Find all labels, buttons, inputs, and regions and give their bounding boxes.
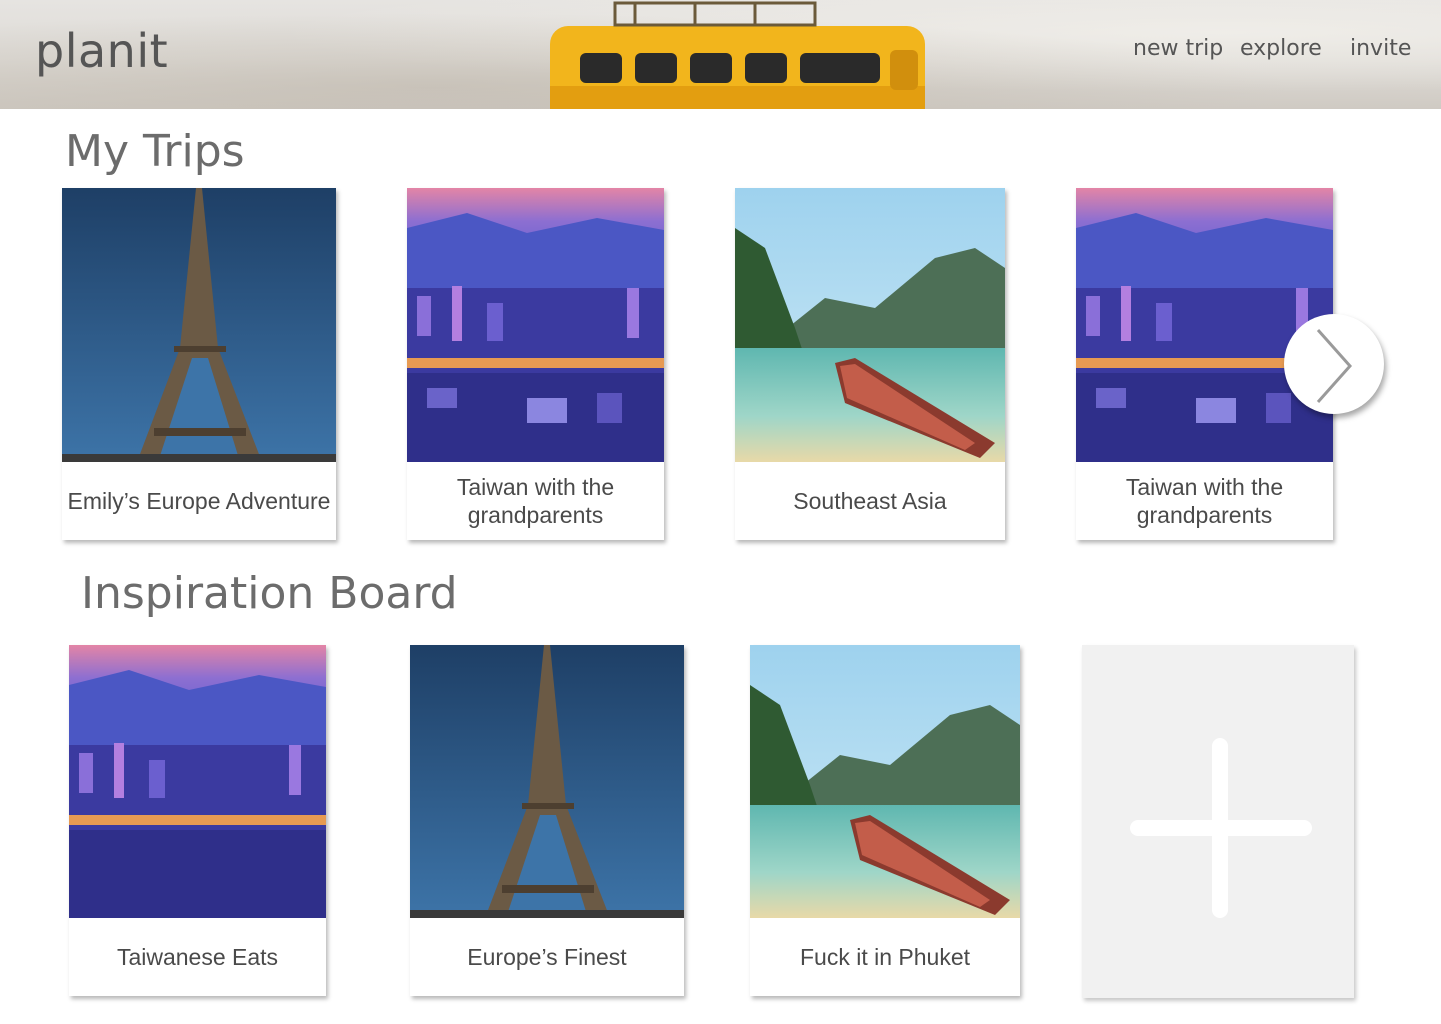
bus-illustration bbox=[550, 1, 925, 109]
trip-card-label: Southeast Asia bbox=[793, 488, 947, 514]
chevron-right-icon bbox=[1316, 329, 1353, 403]
next-trips-button[interactable] bbox=[1284, 314, 1384, 414]
eiffel-tower-image bbox=[62, 188, 336, 462]
inspiration-card[interactable]: Taiwanese Eats bbox=[69, 645, 326, 996]
nav-invite[interactable]: invite bbox=[1350, 36, 1411, 61]
inspiration-card-label: Europe’s Finest bbox=[467, 944, 627, 970]
trip-card[interactable]: Emily’s Europe Adventure bbox=[62, 188, 336, 540]
my-trips-title: My Trips bbox=[65, 126, 245, 177]
inspiration-board-title: Inspiration Board bbox=[81, 568, 458, 619]
inspiration-card[interactable]: Fuck it in Phuket bbox=[750, 645, 1020, 996]
inspiration-card-label: Taiwanese Eats bbox=[116, 944, 279, 970]
eiffel-tower-image bbox=[410, 645, 684, 918]
trip-card[interactable]: Southeast Asia bbox=[735, 188, 1005, 540]
boat-lagoon-image bbox=[735, 188, 1005, 462]
boat-lagoon-image bbox=[750, 645, 1020, 918]
add-inspiration-button[interactable] bbox=[1082, 645, 1354, 998]
trip-card-label: Taiwan with the grandparents bbox=[1125, 474, 1284, 528]
trip-card-label: Taiwan with the grandparents bbox=[456, 474, 615, 528]
taipei-city-image bbox=[407, 188, 664, 462]
inspiration-card-label: Fuck it in Phuket bbox=[799, 944, 971, 970]
trip-card[interactable]: Taiwan with the grandparents bbox=[407, 188, 664, 540]
taipei-city-image bbox=[69, 645, 326, 918]
nav-new-trip[interactable]: new trip bbox=[1133, 36, 1223, 61]
trip-card-label: Emily’s Europe Adventure bbox=[67, 488, 331, 514]
inspiration-card[interactable]: Europe’s Finest bbox=[410, 645, 684, 996]
nav-explore[interactable]: explore bbox=[1240, 36, 1322, 61]
app-logo[interactable]: planit bbox=[35, 24, 168, 78]
header-banner: planit new trip explore invite bbox=[0, 0, 1441, 109]
